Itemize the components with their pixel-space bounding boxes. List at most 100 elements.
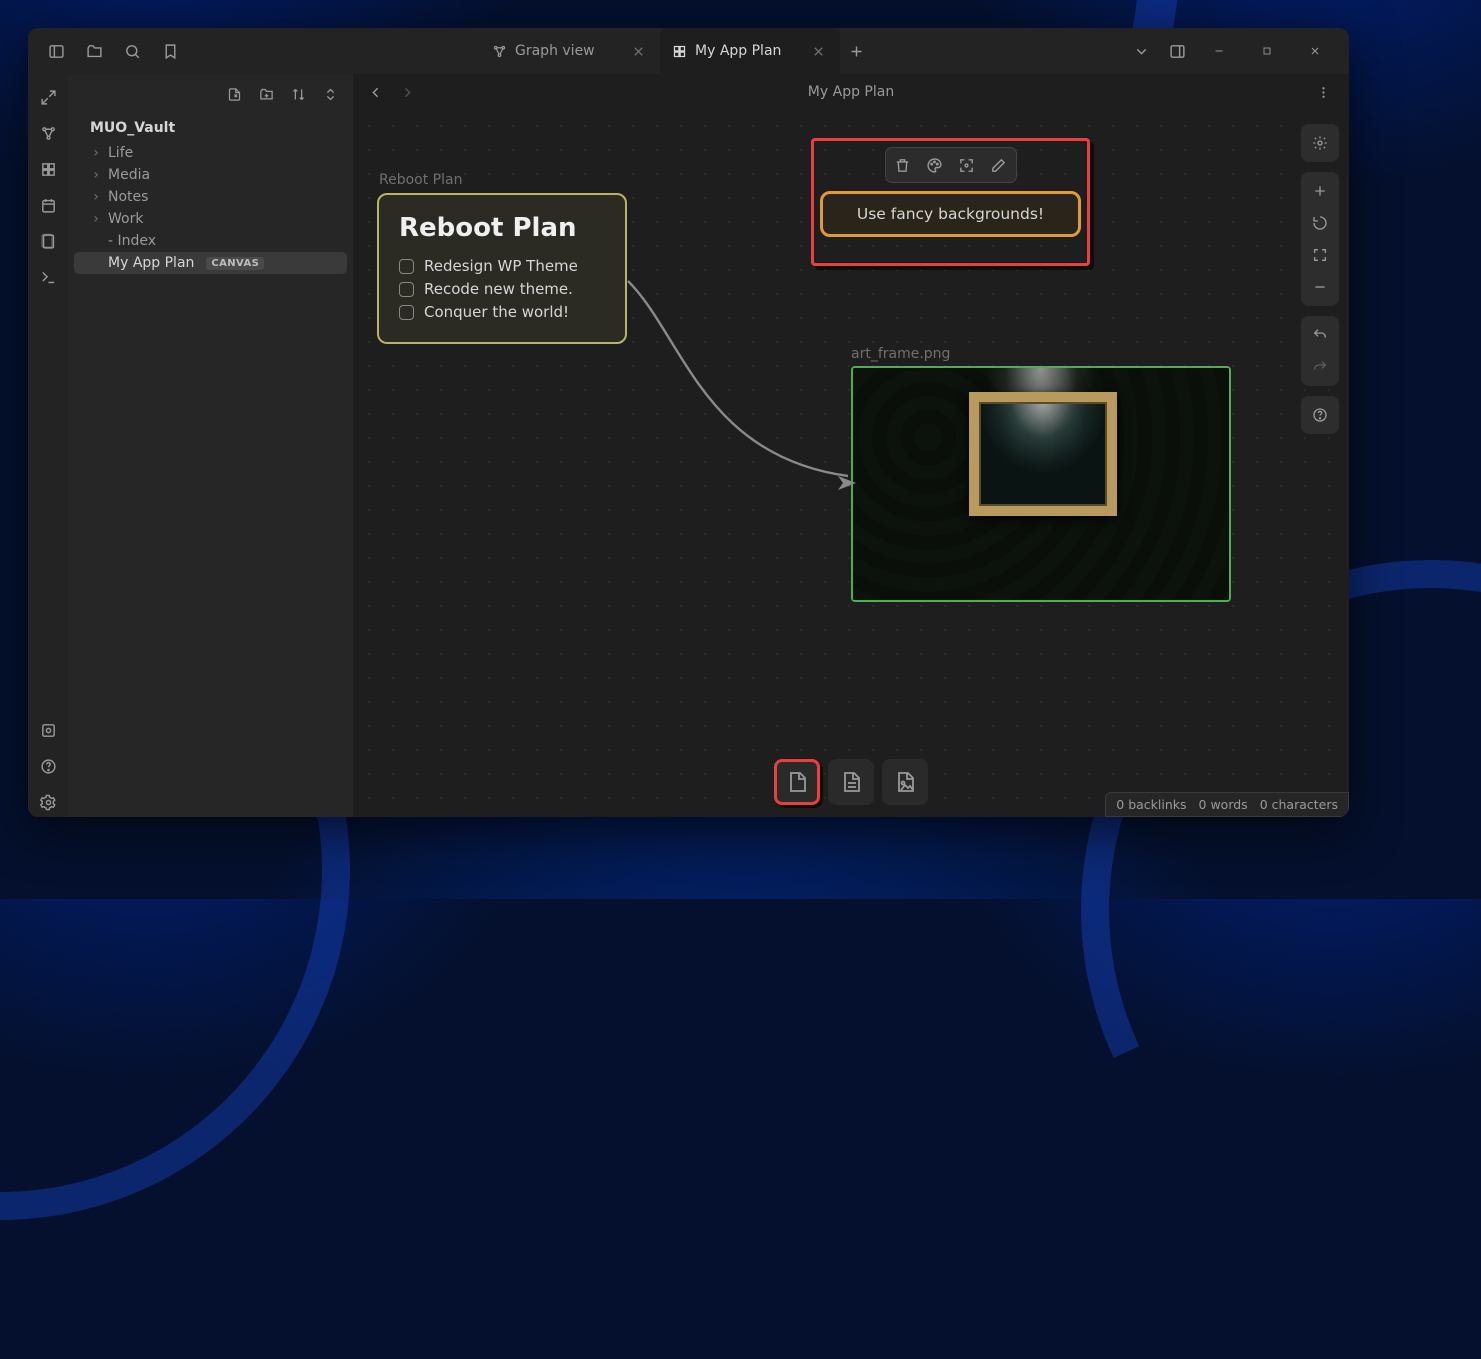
tab-strip: Graph view My App Plan	[480, 28, 872, 74]
sort-icon[interactable]	[285, 81, 311, 107]
canvas-node-sticky-note[interactable]: Use fancy backgrounds!	[811, 138, 1090, 266]
undo-icon[interactable]	[1305, 320, 1335, 350]
canvas-node-reboot-plan[interactable]: Reboot Plan Redesign WP Theme Recode new…	[377, 193, 627, 344]
task-item[interactable]: Redesign WP Theme	[399, 257, 605, 275]
window-maximize-button[interactable]	[1245, 35, 1289, 67]
tree-label: - Index	[108, 233, 156, 249]
zoom-out-icon[interactable]	[1305, 272, 1335, 302]
zoom-reset-icon[interactable]	[1305, 208, 1335, 238]
app-window: Graph view My App Plan	[28, 28, 1349, 817]
main-pane: My App Plan	[353, 74, 1349, 817]
task-label: Redesign WP Theme	[424, 257, 578, 275]
focus-icon[interactable]	[952, 150, 982, 180]
tab-dropdown-icon[interactable]	[1125, 35, 1157, 67]
tree-folder-notes[interactable]: ›Notes	[74, 186, 347, 208]
file-explorer: MUO_Vault ›Life ›Media ›Notes ›Work - In…	[68, 74, 353, 817]
edit-icon[interactable]	[984, 150, 1014, 180]
tab-label: My App Plan	[695, 43, 781, 59]
nav-forward-icon[interactable]	[395, 80, 419, 104]
tree-label: My App Plan	[108, 255, 194, 271]
zoom-fit-icon[interactable]	[1305, 240, 1335, 270]
help-icon[interactable]	[33, 751, 63, 781]
tree-label: Media	[108, 167, 150, 183]
status-bar: 0 backlinks 0 words 0 characters	[1105, 792, 1349, 817]
canvas-area[interactable]: Reboot Plan Reboot Plan Redesign WP Them…	[353, 110, 1349, 817]
note-text[interactable]: Use fancy backgrounds!	[820, 191, 1081, 237]
redo-icon[interactable]	[1305, 352, 1335, 382]
add-note-icon[interactable]	[774, 759, 820, 805]
vault-name[interactable]: MUO_Vault	[68, 114, 353, 140]
node-heading: Reboot Plan	[399, 213, 605, 243]
canvas-icon	[672, 44, 687, 59]
task-item[interactable]: Conquer the world!	[399, 303, 605, 321]
status-words[interactable]: 0 words	[1199, 797, 1248, 812]
canvas-node-image[interactable]	[851, 366, 1231, 602]
vault-icon[interactable]	[33, 715, 63, 745]
task-label: Recode new theme.	[424, 280, 573, 298]
tree-label: Notes	[108, 189, 148, 205]
new-note-icon[interactable]	[221, 81, 247, 107]
tab-graph-view[interactable]: Graph view	[480, 28, 660, 74]
connector-edge[interactable]	[623, 276, 863, 496]
add-file-icon[interactable]	[828, 759, 874, 805]
node-toolbar	[885, 147, 1017, 183]
image-content	[853, 368, 1229, 600]
graph-icon	[492, 44, 507, 59]
color-icon[interactable]	[920, 150, 950, 180]
bookmark-icon[interactable]	[154, 35, 186, 67]
status-characters[interactable]: 0 characters	[1260, 797, 1338, 812]
arrowhead-icon	[838, 475, 856, 494]
canvas-add-tools	[774, 759, 928, 805]
window-close-button[interactable]	[1293, 35, 1337, 67]
task-item[interactable]: Recode new theme.	[399, 280, 605, 298]
tab-my-app-plan[interactable]: My App Plan	[660, 28, 840, 74]
toggle-right-sidebar-icon[interactable]	[1161, 35, 1193, 67]
daily-note-icon[interactable]	[33, 190, 63, 220]
picture-frame-graphic	[969, 392, 1117, 516]
more-options-icon[interactable]	[1307, 76, 1339, 108]
close-icon[interactable]	[808, 41, 828, 61]
tree-folder-media[interactable]: ›Media	[74, 164, 347, 186]
templates-icon[interactable]	[33, 226, 63, 256]
settings-icon[interactable]	[33, 787, 63, 817]
node-caption: Reboot Plan	[379, 172, 462, 188]
new-tab-button[interactable]	[840, 35, 872, 67]
files-icon[interactable]	[78, 35, 110, 67]
tree-label: Work	[108, 211, 143, 227]
close-icon[interactable]	[628, 41, 648, 61]
canvas-grid-icon[interactable]	[33, 154, 63, 184]
page-title[interactable]: My App Plan	[808, 84, 894, 100]
collapse-icon[interactable]	[317, 81, 343, 107]
tree-file-my-app-plan[interactable]: My App Plan CANVAS	[74, 252, 347, 274]
node-caption: art_frame.png	[851, 346, 950, 362]
help-icon[interactable]	[1305, 400, 1335, 430]
canvas-badge: CANVAS	[206, 257, 264, 270]
tree-label: Life	[108, 145, 133, 161]
tree-folder-life[interactable]: ›Life	[74, 142, 347, 164]
settings-gear-icon[interactable]	[1305, 128, 1335, 158]
quick-switcher-icon[interactable]	[33, 82, 63, 112]
status-backlinks[interactable]: 0 backlinks	[1116, 797, 1186, 812]
checkbox-icon[interactable]	[399, 259, 414, 274]
canvas-controls	[1301, 124, 1339, 434]
search-icon[interactable]	[116, 35, 148, 67]
toggle-left-sidebar-icon[interactable]	[40, 35, 72, 67]
titlebar: Graph view My App Plan	[28, 28, 1349, 74]
delete-icon[interactable]	[888, 150, 918, 180]
checkbox-icon[interactable]	[399, 282, 414, 297]
left-ribbon	[28, 74, 68, 817]
tab-label: Graph view	[515, 43, 595, 59]
new-folder-icon[interactable]	[253, 81, 279, 107]
zoom-in-icon[interactable]	[1305, 176, 1335, 206]
sidebar-tools	[68, 74, 353, 114]
add-media-icon[interactable]	[882, 759, 928, 805]
command-icon[interactable]	[33, 262, 63, 292]
tree-file-index[interactable]: - Index	[74, 230, 347, 252]
main-header: My App Plan	[353, 74, 1349, 110]
graph-icon[interactable]	[33, 118, 63, 148]
window-minimize-button[interactable]	[1197, 35, 1241, 67]
task-label: Conquer the world!	[424, 303, 569, 321]
tree-folder-work[interactable]: ›Work	[74, 208, 347, 230]
nav-back-icon[interactable]	[363, 80, 387, 104]
checkbox-icon[interactable]	[399, 305, 414, 320]
